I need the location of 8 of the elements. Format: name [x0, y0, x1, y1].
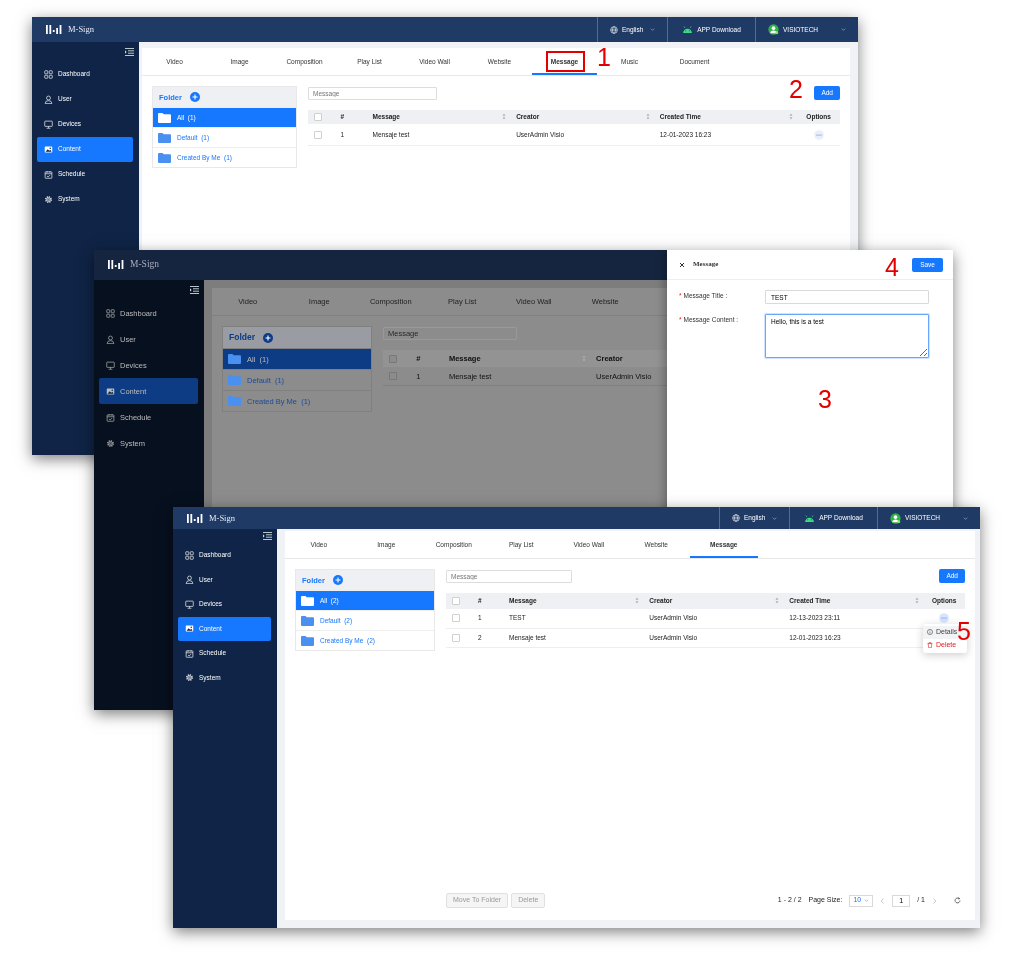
step-number: 1 [597, 45, 611, 70]
step-number: 4 [885, 255, 899, 280]
brand-name: M-Sign [209, 512, 235, 524]
brand-name: M-Sign [130, 259, 160, 271]
step-number: 3 [818, 387, 832, 412]
step-number: 2 [789, 77, 803, 102]
brand-name: M-Sign [68, 24, 94, 35]
folder-title: Folder [229, 332, 255, 343]
